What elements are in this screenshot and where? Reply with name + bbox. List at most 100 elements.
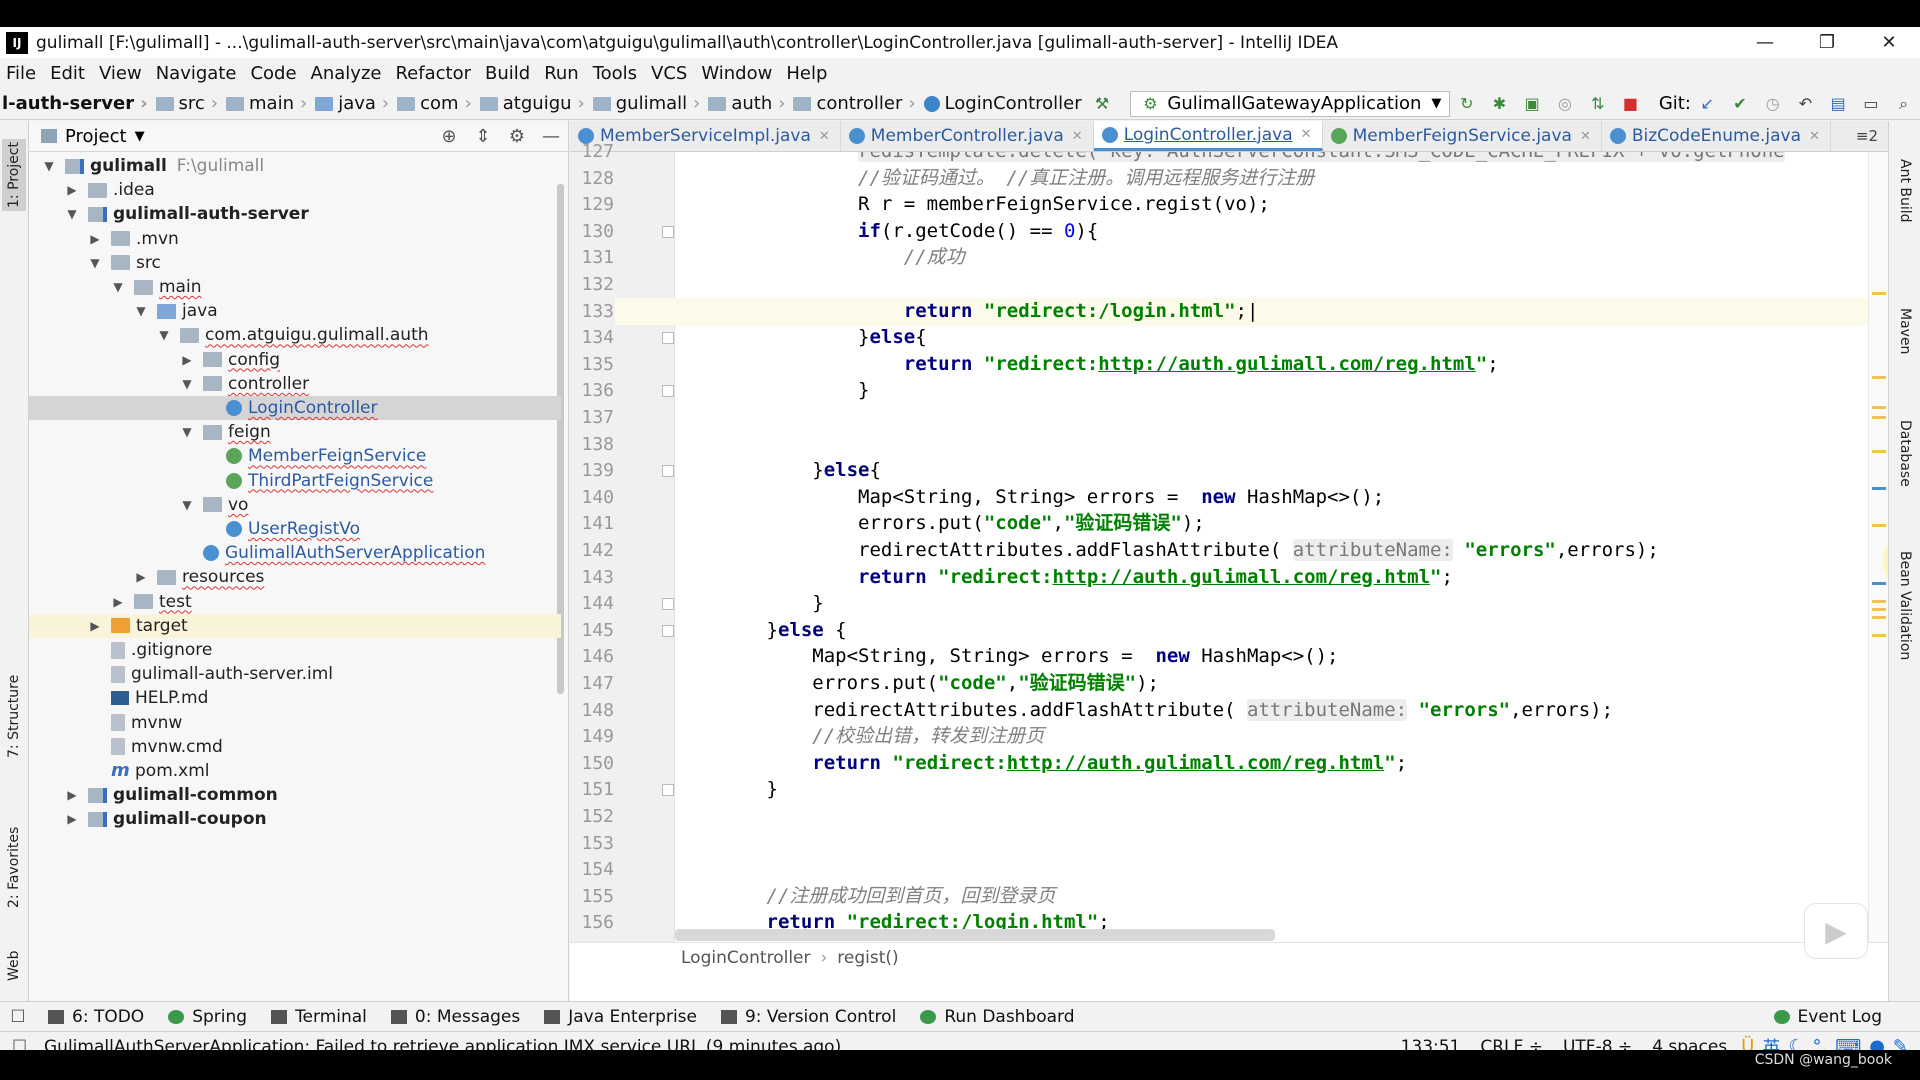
line-number[interactable]: 144 bbox=[570, 590, 614, 617]
breadcrumb-java[interactable]: java › bbox=[311, 93, 393, 114]
code-line[interactable]: redisTemplate.delete( key: AuthServerCon… bbox=[675, 152, 1868, 165]
video-play-icon[interactable]: ▶ bbox=[1804, 903, 1868, 959]
tool-tab-todo[interactable]: 6: TODO bbox=[36, 1007, 156, 1027]
code-line[interactable]: //验证码通过。 //真正注册。调用远程服务进行注册 bbox=[675, 165, 1868, 192]
chevron-right-icon[interactable]: ▶ bbox=[87, 232, 103, 246]
close-tab-icon[interactable]: ✕ bbox=[1580, 129, 1591, 144]
code-line[interactable]: return "redirect:http://auth.gulimall.co… bbox=[675, 564, 1868, 591]
line-number[interactable]: 135 bbox=[570, 351, 614, 378]
tool-tab-bean-validation[interactable]: Bean Validation bbox=[1893, 531, 1917, 681]
search-icon[interactable]: ⌕ bbox=[1894, 93, 1913, 115]
tree-item[interactable]: mvnw.cmd bbox=[29, 735, 561, 759]
warning-mark[interactable] bbox=[1872, 524, 1886, 527]
chevron-down-icon[interactable]: ▼ bbox=[179, 425, 195, 439]
tree-item[interactable]: ThirdPartFeignService bbox=[29, 469, 561, 493]
menu-analyze[interactable]: Analyze bbox=[305, 63, 390, 84]
locate-icon[interactable]: ⊕ bbox=[432, 126, 466, 147]
status-toggle-icon[interactable]: ☐ bbox=[12, 1037, 27, 1051]
tree-item[interactable]: ▼ gulimall F:\gulimall bbox=[29, 154, 561, 178]
line-number[interactable]: 141 bbox=[570, 510, 614, 537]
gear-icon[interactable]: ⚙ bbox=[500, 126, 534, 147]
menu-view[interactable]: View bbox=[93, 63, 150, 84]
tree-item[interactable]: ▶ gulimall-coupon bbox=[29, 807, 561, 831]
chevron-right-icon[interactable]: ▶ bbox=[133, 570, 149, 584]
code-line[interactable]: errors.put("code","验证码错误"); bbox=[675, 670, 1868, 697]
code-line[interactable]: return "redirect:/login.html";| bbox=[675, 297, 1868, 325]
run-configuration-select[interactable]: ⚙ GulimallGatewayApplication ▼ bbox=[1130, 90, 1451, 117]
ime-logo-icon[interactable]: Ü bbox=[1741, 1036, 1754, 1050]
fold-marker-icon[interactable] bbox=[662, 225, 674, 238]
menu-refactor[interactable]: Refactor bbox=[389, 63, 479, 84]
tool-tab-java-enterprise[interactable]: Java Enterprise bbox=[532, 1007, 709, 1027]
warning-mark[interactable] bbox=[1872, 406, 1886, 409]
menu-vcs[interactable]: VCS bbox=[645, 63, 695, 84]
tree-item[interactable]: ▼ java bbox=[29, 299, 561, 323]
coverage-icon[interactable]: ▣ bbox=[1523, 93, 1542, 115]
usage-mark[interactable] bbox=[1872, 582, 1886, 585]
line-number[interactable]: 146 bbox=[570, 643, 614, 670]
presentation-icon[interactable]: ▭ bbox=[1862, 93, 1881, 115]
chevron-down-icon[interactable]: ▼ bbox=[135, 129, 145, 144]
project-structure-icon[interactable]: ▤ bbox=[1829, 93, 1848, 115]
line-number[interactable]: 154 bbox=[570, 856, 614, 883]
line-number[interactable]: 143 bbox=[570, 564, 614, 591]
tree-item[interactable]: ▼ main bbox=[29, 275, 561, 299]
toggle-tool-windows-icon[interactable]: ☐ bbox=[0, 1007, 36, 1027]
breadcrumb-src[interactable]: src › bbox=[152, 93, 222, 114]
tool-tab-terminal[interactable]: Terminal bbox=[259, 1007, 379, 1027]
tool-tab-database[interactable]: Database bbox=[1893, 393, 1917, 513]
line-number[interactable]: 140 bbox=[570, 484, 614, 511]
code-line[interactable]: } bbox=[675, 590, 1868, 617]
menu-file[interactable]: File bbox=[0, 63, 44, 84]
code-line[interactable] bbox=[675, 856, 1868, 883]
menu-build[interactable]: Build bbox=[479, 63, 538, 84]
menu-edit[interactable]: Edit bbox=[44, 63, 93, 84]
tree-item[interactable]: UserRegistVo bbox=[29, 517, 561, 541]
fold-marker-icon[interactable] bbox=[662, 624, 674, 637]
code-line[interactable] bbox=[675, 431, 1868, 458]
warning-mark[interactable] bbox=[1872, 608, 1886, 611]
fold-marker-icon[interactable] bbox=[662, 598, 674, 611]
keyboard-icon[interactable]: ⌨ bbox=[1835, 1036, 1861, 1050]
restore-button[interactable]: ❐ bbox=[1796, 27, 1858, 58]
close-tab-icon[interactable]: ✕ bbox=[1301, 127, 1312, 142]
line-number[interactable]: 155 bbox=[570, 883, 614, 910]
line-number[interactable]: 150 bbox=[570, 750, 614, 777]
line-number[interactable]: 128 bbox=[570, 165, 614, 192]
code-line[interactable]: } bbox=[675, 776, 1868, 803]
tree-item[interactable]: ▶ resources bbox=[29, 565, 561, 589]
code-line[interactable]: }else{ bbox=[675, 457, 1868, 484]
tree-item[interactable]: ▶ .idea bbox=[29, 178, 561, 202]
breadcrumb-auth[interactable]: auth › bbox=[704, 93, 789, 114]
chevron-right-icon[interactable]: ▶ bbox=[64, 183, 80, 197]
tree-item[interactable]: LoginController bbox=[29, 396, 561, 420]
code-line[interactable]: if(r.getCode() == 0){ bbox=[675, 218, 1868, 245]
code-line[interactable]: R r = memberFeignService.regist(vo); bbox=[675, 191, 1868, 218]
chevron-down-icon[interactable]: ▼ bbox=[87, 256, 103, 270]
tool-tab-web[interactable]: Web bbox=[2, 941, 26, 991]
event-log-button[interactable]: Event Log bbox=[1762, 1007, 1920, 1027]
attach-icon[interactable]: ⇅ bbox=[1588, 93, 1607, 115]
breadcrumb-atguigu[interactable]: atguigu › bbox=[476, 93, 589, 114]
chevron-right-icon[interactable]: ▶ bbox=[87, 619, 103, 633]
editor-breadcrumb-class[interactable]: LoginController bbox=[681, 948, 810, 968]
indent-setting[interactable]: 4 spaces bbox=[1642, 1037, 1737, 1051]
code-line[interactable]: //成功 bbox=[675, 244, 1868, 271]
tree-item[interactable]: MemberFeignService bbox=[29, 444, 561, 468]
fold-marker-icon[interactable] bbox=[662, 332, 674, 345]
code-line[interactable] bbox=[675, 803, 1868, 830]
tree-item[interactable]: HELP.md bbox=[29, 686, 561, 710]
line-number[interactable]: 156 bbox=[570, 909, 614, 936]
code-line[interactable]: redirectAttributes.addFlashAttribute( at… bbox=[675, 537, 1868, 564]
stop-icon[interactable]: ■ bbox=[1621, 93, 1640, 115]
tree-item[interactable]: .gitignore bbox=[29, 638, 561, 662]
warning-mark[interactable] bbox=[1872, 600, 1886, 603]
close-tab-icon[interactable]: ✕ bbox=[1809, 129, 1820, 144]
warning-mark[interactable] bbox=[1872, 450, 1886, 453]
code-line[interactable] bbox=[675, 404, 1868, 431]
tab-overflow-button[interactable]: ≡2 bbox=[1846, 121, 1888, 151]
user-icon[interactable]: ● bbox=[1869, 1036, 1885, 1050]
line-number[interactable]: 142 bbox=[570, 537, 614, 564]
line-number[interactable]: 132 bbox=[570, 271, 614, 298]
close-tab-icon[interactable]: ✕ bbox=[819, 129, 830, 144]
